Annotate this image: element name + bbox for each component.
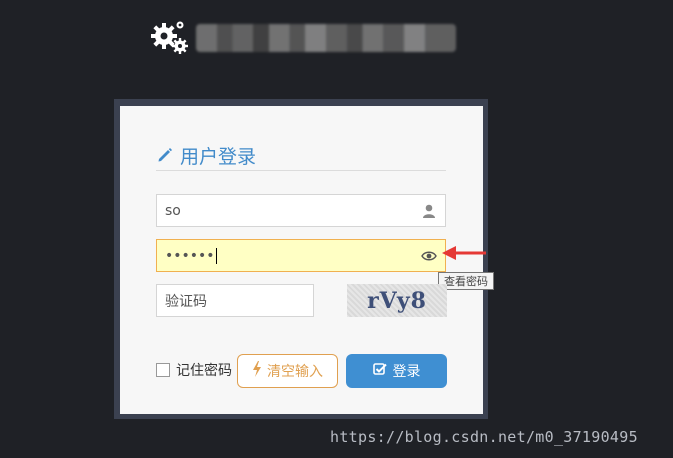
captcha-image[interactable]: rVy8 [347, 284, 447, 317]
text-caret [215, 247, 217, 264]
login-title-text: 用户登录 [180, 145, 257, 168]
blurred-site-title [196, 24, 456, 52]
login-label: 登录 [392, 364, 421, 380]
red-arrow-annotation-icon [442, 246, 486, 260]
user-icon [421, 203, 437, 219]
username-value: so [165, 202, 181, 219]
clear-input-label: 清空输入 [267, 364, 323, 380]
remember-checkbox[interactable] [156, 363, 170, 377]
eye-icon[interactable] [421, 248, 437, 264]
pencil-icon [156, 146, 174, 164]
password-input[interactable]: •••••• [156, 239, 446, 272]
captcha-code: rVy8 [367, 287, 427, 314]
remember-label: 记住密码 [176, 363, 232, 379]
password-value: •••••• [165, 247, 215, 264]
clear-input-button[interactable]: 清空输入 [237, 354, 338, 388]
username-input[interactable]: so [156, 194, 446, 227]
remember-password[interactable]: 记住密码 [156, 360, 232, 380]
captcha-input[interactable]: 验证码 [156, 284, 314, 317]
gears-logo-icon [150, 20, 190, 56]
lightning-icon [252, 361, 262, 381]
login-button[interactable]: 登录 [346, 354, 447, 388]
check-square-icon [372, 362, 387, 380]
login-title: 用户登录 [156, 140, 446, 171]
watermark-url: https://blog.csdn.net/m0_37190495 [330, 428, 638, 446]
captcha-placeholder: 验证码 [165, 293, 207, 310]
